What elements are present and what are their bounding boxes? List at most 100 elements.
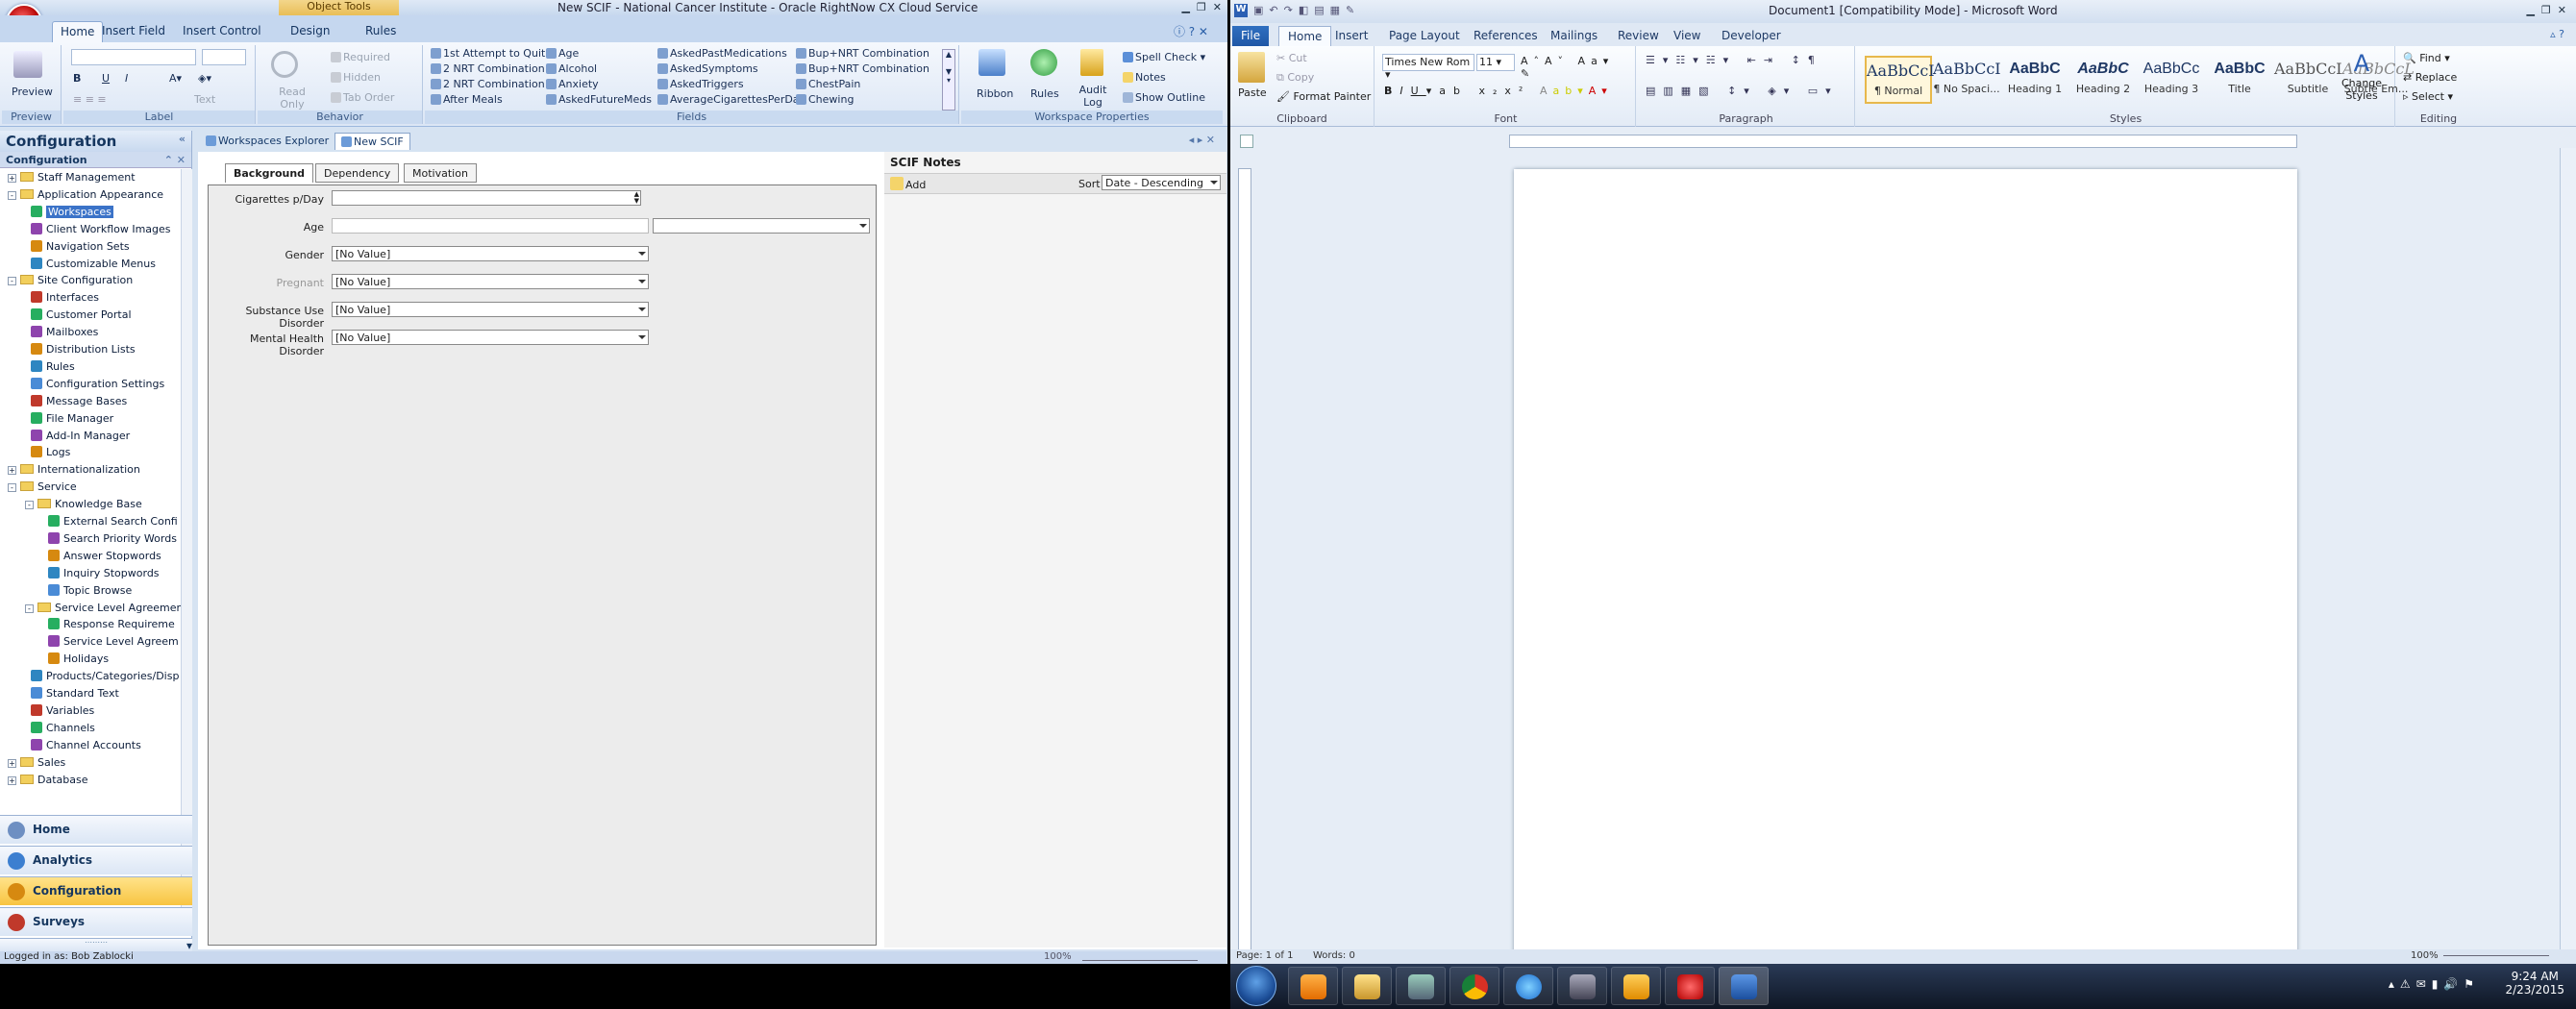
ruler-toggle[interactable] [1240,135,1253,148]
ribbon-button[interactable]: Ribbon [977,87,1013,100]
fill-color-icon[interactable]: ◈▾ [198,72,211,85]
format-painter-button[interactable]: 🖌 Format Painter [1276,90,1371,103]
word-tab-references[interactable]: References [1465,26,1547,46]
tree-item[interactable]: Interfaces [25,289,99,306]
font-format-buttons[interactable]: BIU▾ab x₂x² [1384,85,1530,97]
taskbar-ie[interactable] [1503,967,1553,1005]
field-item[interactable]: 2 NRT Combination [431,78,545,90]
tree-item[interactable]: Logs [25,444,70,460]
fields-gallery-scroll[interactable]: ▲ ▼ ▾ [942,49,955,111]
rn-zoom-slider[interactable] [1082,951,1198,961]
tree-folder[interactable]: - Site Configuration [8,272,133,288]
read-only-button[interactable]: Read Only [273,86,311,111]
document-page[interactable] [1514,169,2297,964]
collapse-icon[interactable]: - [8,277,16,286]
font-size-combo[interactable]: 11 ▾ [1476,54,1515,71]
style-0[interactable]: AaBbCcI ¶ Normal [1865,56,1935,104]
word-tab-page-layout[interactable]: Page Layout [1380,26,1469,46]
tree-folder[interactable]: + Database [8,772,88,788]
taskbar-chrome[interactable] [1449,967,1499,1005]
word-zoom-level[interactable]: 100% [2411,950,2439,961]
word-tab-review[interactable]: Review [1609,26,1668,46]
field-item[interactable]: AskedFutureMeds [546,93,652,106]
help-icon[interactable]: ⓘ ? ✕ [1174,23,1208,39]
tab-nav-arrows[interactable]: ◂ ▸ ✕ [1189,134,1215,146]
field-item[interactable]: Alcohol [546,62,597,75]
word-tab-home[interactable]: Home [1278,26,1332,46]
start-button[interactable] [1236,966,1276,1006]
label-font-combo[interactable] [71,49,196,65]
taskbar-word[interactable] [1719,967,1769,1005]
tree-item[interactable]: Inquiry Stopwords [42,565,160,581]
audit-log-button[interactable]: Audit Log [1078,84,1107,109]
field-item[interactable]: AverageCigarettesPerDay [657,93,805,106]
taskbar-explorer[interactable] [1342,967,1392,1005]
copy-button[interactable]: ⧉ Copy [1276,71,1314,85]
tab-insert-field[interactable]: Insert Field [94,21,173,42]
show-outline-toggle[interactable]: Show Outline [1123,91,1205,104]
tree-folder[interactable]: - Knowledge Base [25,496,142,512]
tree-folder[interactable]: - Application Appearance [8,186,163,203]
quick-access-toolbar[interactable]: ▣↶↷◧▤▦✎ [1253,4,1360,16]
tree-item[interactable]: Navigation Sets [25,238,130,255]
tree-item[interactable]: Distribution Lists [25,341,136,357]
field-item[interactable]: AskedSymptoms [657,62,758,75]
font-color-buttons[interactable]: Aab▾A▾ [1540,85,1613,97]
form-tab-motivation[interactable]: Motivation [404,163,477,183]
tree-item[interactable]: Response Requireme [42,616,175,632]
underline-button[interactable]: U [102,72,110,85]
field-item[interactable]: AskedTriggers [657,78,744,90]
spinner-arrows-icon[interactable]: ▲ ▼ [634,191,639,205]
nav-button-surveys[interactable]: Surveys [0,907,192,936]
mental-health-select[interactable]: [No Value] [332,330,649,345]
taskbar-media-player[interactable] [1288,967,1338,1005]
font-size-grow-shrink[interactable]: A˄A˅ Aa▾ ✎ [1521,55,1635,80]
style-6[interactable]: AaBbCcI Subtitle [2274,56,2342,104]
word-tab-insert[interactable]: Insert [1326,26,1376,46]
taskbar-clock[interactable]: 9:24 AM 2/23/2015 [2505,970,2564,997]
taskbar-app[interactable] [1396,967,1446,1005]
system-tray-icons[interactable]: ▴⚠✉▮🔊⚑ [2389,977,2480,991]
field-item[interactable]: After Meals [431,93,503,106]
tab-order-button[interactable]: Tab Order [331,91,394,104]
field-item[interactable]: Chewing [796,93,854,106]
sort-select[interactable]: Date - Descending [1102,175,1221,190]
field-item[interactable]: Bup+NRT Combination [796,47,929,60]
font-name-combo[interactable]: Times New Rom ▾ [1382,54,1474,81]
word-tab-view[interactable]: View [1665,26,1709,46]
select-button[interactable]: ▹ Select ▾ [2403,90,2453,103]
tree-item[interactable]: Add-In Manager [25,428,130,444]
word-vertical-scrollbar[interactable] [2560,148,2576,949]
add-note-button[interactable]: Add [890,177,926,191]
tree-item[interactable]: Service Level Agreem [42,633,179,650]
cut-button[interactable]: ✂ Cut [1276,52,1307,64]
notes-toggle[interactable]: Notes [1123,71,1166,84]
field-item[interactable]: 2 NRT Combination [431,62,545,75]
change-styles-button[interactable]: A Change Styles [2338,50,2386,102]
tree-item[interactable]: Holidays [42,651,109,667]
style-4[interactable]: AaBbCc Heading 3 [2138,56,2205,104]
page-count[interactable]: Page: 1 of 1 [1236,950,1293,961]
expand-icon[interactable]: + [8,466,16,476]
expand-icon[interactable]: + [8,174,16,183]
tree-item[interactable]: Channel Accounts [25,737,141,753]
collapse-icon[interactable]: - [25,501,34,510]
nav-button-home[interactable]: Home [0,815,192,844]
style-3[interactable]: AaBbC Heading 2 [2069,56,2137,104]
age-input[interactable] [332,218,649,234]
field-item[interactable]: ChestPain [796,78,860,90]
tree-item[interactable]: Client Workflow Images [25,221,171,237]
collapse-nav-icon[interactable]: « [179,133,186,145]
taskbar-app-2[interactable] [1557,967,1607,1005]
tree-folder[interactable]: - Service [8,479,77,495]
tree-item[interactable]: Rules [25,358,75,375]
rn-window-controls[interactable]: ▁ ❐ ✕ [1181,1,1222,13]
tab-new-scif[interactable]: New SCIF [334,133,410,150]
cigarettes-spinner[interactable]: ▲ ▼ [332,190,641,206]
expand-icon[interactable]: + [8,775,16,785]
tree-item[interactable]: Standard Text [25,685,119,701]
nav-button-configuration[interactable]: Configuration [0,876,192,905]
bold-button[interactable]: B [73,72,81,85]
hidden-toggle[interactable]: Hidden [331,71,381,84]
tab-workspaces-explorer[interactable]: Workspaces Explorer [200,133,334,150]
